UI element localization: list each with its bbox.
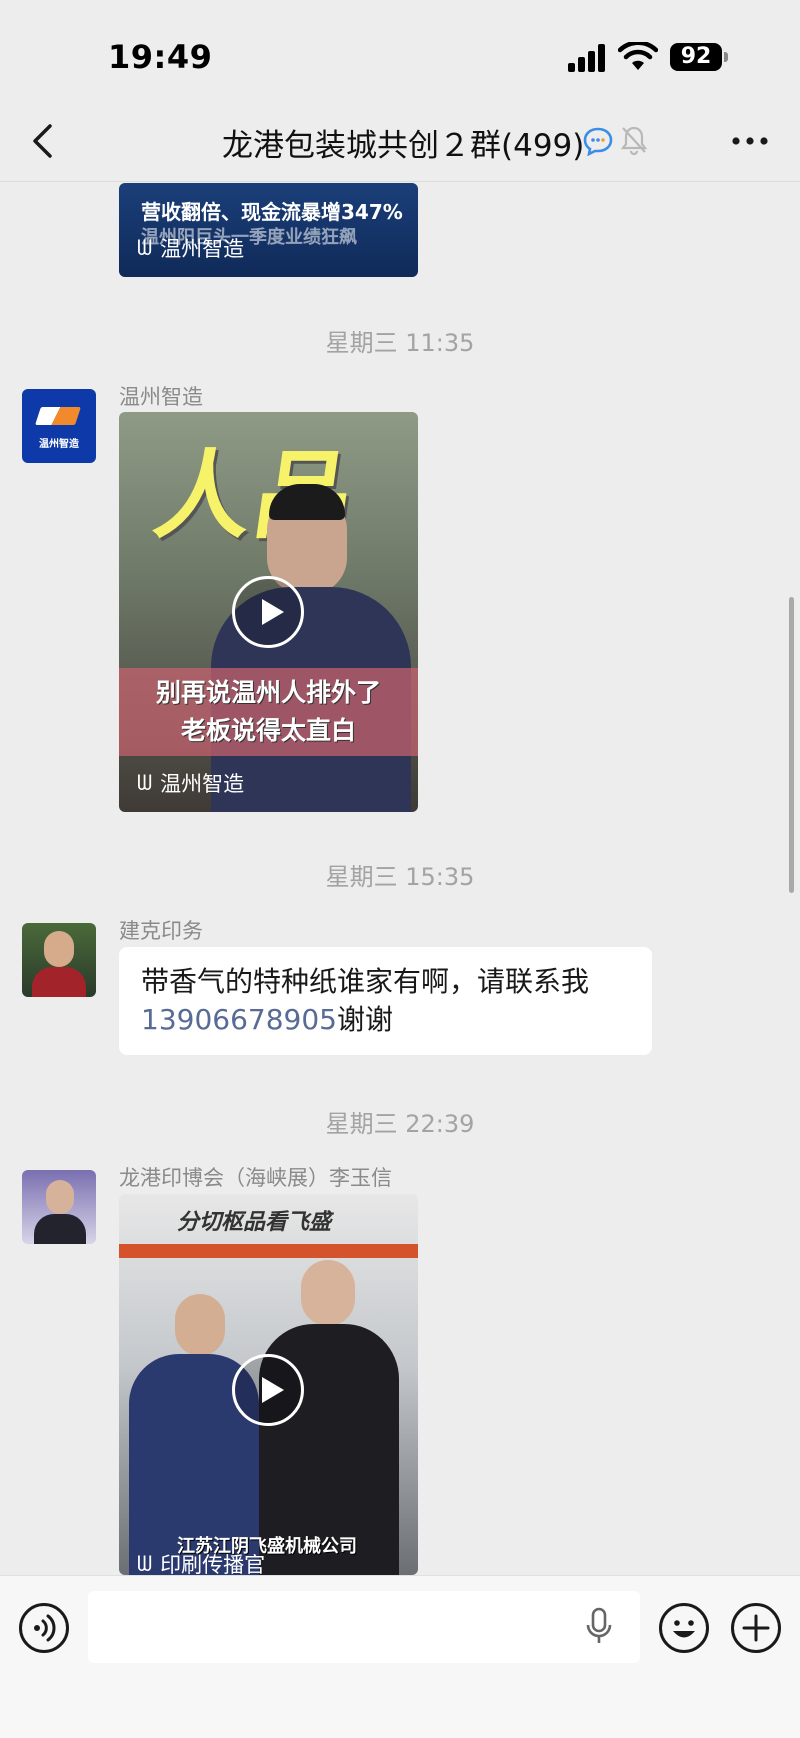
status-bar: 19:49 92 [0,0,800,100]
voice-icon-glyph [34,1614,56,1642]
message-text-end: 谢谢 [336,1003,393,1036]
channels-icon: ᗯ [137,235,153,260]
avatar[interactable] [22,1170,96,1244]
text-message-bubble[interactable]: 带香气的特种纸谁家有啊，请联系我 13906678905谢谢 [119,947,652,1055]
play-icon[interactable] [232,576,304,648]
avatar[interactable] [22,923,96,997]
video-headline: 营收翻倍、现金流暴增347% [141,200,403,224]
video-card[interactable]: 分切枢品看飞盛 江苏江阴飞盛机械公司 ᗯ 印刷传播官 [119,1194,418,1575]
sender-name: 建克印务 [119,919,203,943]
factory-beam [119,1244,418,1258]
phone-link[interactable]: 13906678905 [141,1003,337,1036]
scrollbar[interactable] [789,597,794,893]
play-icon[interactable] [232,1354,304,1426]
more-dots-icon[interactable] [728,126,772,156]
chat-header: 龙港包装城共创２群(499) [0,100,800,182]
emoji-icon-glyph [673,1620,695,1638]
channels-icon: ᗯ [137,1551,153,1576]
group-title: 龙港包装城共创２群(499) [222,128,585,164]
emoji-icon[interactable] [659,1603,709,1653]
person-left-head [175,1294,225,1356]
bell-off-icon [620,126,648,156]
caption-line1: 别再说温州人排外了 [155,678,381,707]
input-bar [0,1575,800,1738]
video-source: ᗯ 印刷传播官 [137,1551,266,1576]
message-text: 带香气的特种纸谁家有啊，请联系我 [141,965,590,998]
status-time: 19:49 [108,38,213,76]
message-input[interactable] [88,1591,640,1663]
voice-icon[interactable] [19,1603,69,1653]
caption-line2: 老板说得太直白 [180,716,356,745]
video-top-text: 分切枢品看飞盛 [177,1209,332,1235]
plus-icon[interactable] [731,1603,781,1653]
wifi-icon [618,42,658,70]
timestamp: 星期三 15:35 [325,863,475,891]
battery-indicator: 92 [670,43,728,71]
chat-bubble-icon[interactable] [582,126,614,156]
person-right-head [301,1260,355,1326]
channels-icon: ᗯ [137,770,153,795]
message-list[interactable]: 营收翻倍、现金流暴增347% 温州阳巨头一季度业绩狂飙 ᗯ 温州智造 星期三 1… [0,183,800,1575]
chevron-left-icon[interactable] [22,118,66,164]
timestamp: 星期三 11:35 [325,329,475,357]
plus-icon-glyph [742,1614,770,1642]
video-card[interactable]: 人品 别再说温州人排外了 老板说得太直白 ᗯ 温州智造 [119,412,418,812]
video-caption: 别再说温州人排外了 老板说得太直白 [119,668,418,756]
logo-mark [35,407,81,425]
sender-name: 龙港印博会（海峡展）李玉信 [119,1166,392,1190]
avatar-face [44,931,74,967]
cellular-signal-icon [568,44,608,72]
video-source: ᗯ 温州智造 [137,235,245,262]
avatar-text: 温州智造 [39,439,79,450]
microphone-icon[interactable] [584,1606,614,1646]
video-card-partial[interactable]: 营收翻倍、现金流暴增347% 温州阳巨头一季度业绩狂飙 ᗯ 温州智造 [119,183,418,277]
avatar-face [46,1180,74,1214]
video-source: ᗯ 温州智造 [137,770,245,797]
avatar[interactable]: 温州智造 [22,389,96,463]
avatar-body [34,1214,86,1244]
avatar-body [32,967,86,997]
timestamp: 星期三 22:39 [325,1110,475,1138]
sender-name: 温州智造 [119,385,203,409]
